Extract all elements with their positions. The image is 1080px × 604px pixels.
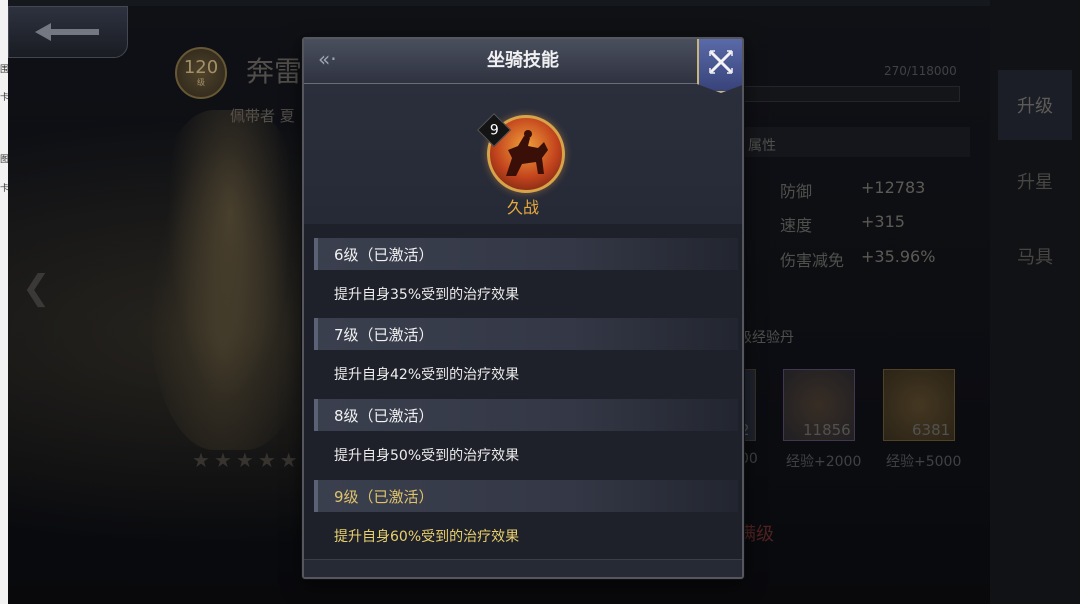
dialog-title: 坐骑技能 [487,50,559,71]
current-level-header: 9级（已激活） [314,480,738,512]
dialog-footer [304,559,742,577]
skill-name: 久战 [506,198,539,217]
level-description: 提升自身35%受到的治疗效果 [334,287,520,303]
level-header: 6级（已激活） [314,238,738,270]
mount-skill-dialog: «· 坐骑技能 9 久战 6级（已激活） 提升自身35%受到的治疗效果 7级（已… [302,37,744,579]
skill-level-number: 9 [489,121,499,138]
game-screen: 围卡 图卡 120 级 奔雷 佩带者 夏 ❮ ★ ★ ★ ★ ★ 270/118… [0,0,1080,604]
close-icon [709,50,733,74]
level-header: 7级（已激活） [314,318,738,350]
level-header-text: 6级（已激活） [334,246,434,264]
level-header: 8级（已激活） [314,399,738,431]
level-header-text: 7级（已激活） [334,326,434,344]
level-header-text: 9级（已激活） [334,488,434,506]
level-header-text: 8级（已激活） [334,407,434,425]
level-description: 提升自身42%受到的治疗效果 [334,367,520,383]
horse-rider-icon [506,130,548,176]
current-level-description: 提升自身60%受到的治疗效果 [334,529,520,545]
level-description: 提升自身50%受到的治疗效果 [334,448,520,464]
close-button[interactable] [697,39,742,93]
browser-edge: 围卡 图卡 [0,0,9,604]
